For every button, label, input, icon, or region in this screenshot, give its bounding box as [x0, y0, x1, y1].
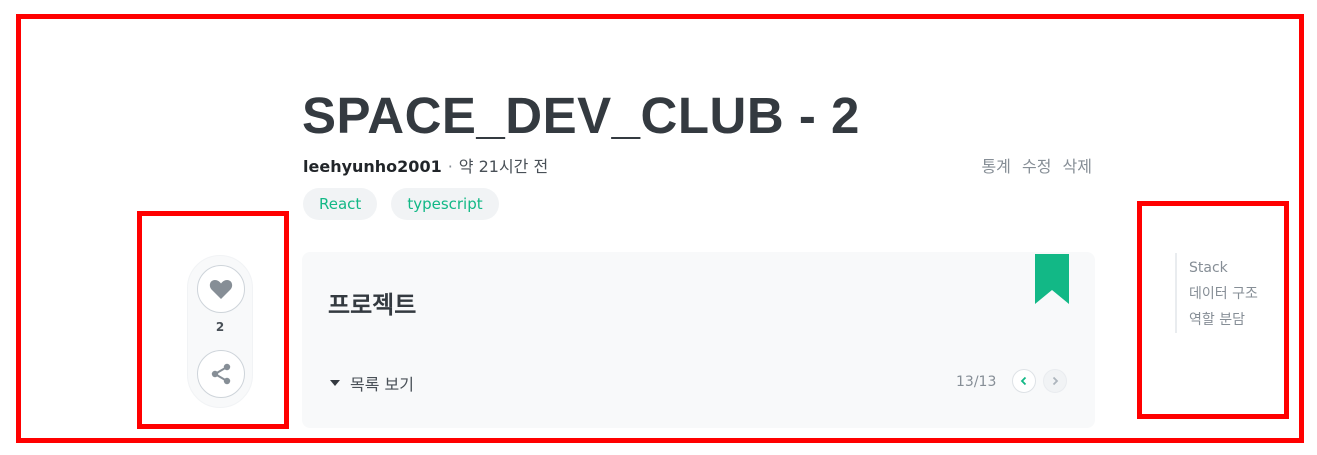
chevron-left-icon — [1020, 376, 1027, 386]
series-box: 프로젝트 목록 보기 13/13 — [302, 252, 1095, 428]
meta-separator: · — [447, 157, 453, 176]
post-time: 약 21시간 전 — [458, 157, 549, 176]
caret-down-icon — [330, 380, 340, 386]
toc-toggle-button[interactable]: 목록 보기 — [330, 371, 414, 395]
author-link[interactable]: leehyunho2001 — [303, 157, 442, 176]
stats-button[interactable]: 통계 — [981, 157, 1010, 176]
edit-button[interactable]: 수정 — [1022, 157, 1051, 176]
series-prev-button[interactable] — [1012, 369, 1036, 393]
like-button[interactable] — [197, 265, 245, 313]
share-button[interactable] — [197, 350, 245, 398]
bookmark-icon — [1035, 254, 1069, 304]
post-title: SPACE_DEV_CLUB - 2 — [302, 87, 860, 145]
share-icon — [211, 363, 231, 385]
heart-icon — [209, 280, 233, 299]
series-title[interactable]: 프로젝트 — [328, 285, 416, 320]
tag-typescript[interactable]: typescript — [391, 188, 499, 220]
tag-react[interactable]: React — [303, 188, 378, 220]
series-page-count: 13/13 — [956, 374, 997, 390]
post-actions: 통계 수정 삭제 — [975, 153, 1092, 177]
like-share-panel: 2 — [187, 255, 253, 408]
like-count: 2 — [215, 320, 225, 334]
post-meta: leehyunho2001 · 약 21시간 전 — [303, 153, 548, 177]
table-of-contents: Stack 데이터 구조 역할 분담 — [1175, 253, 1258, 333]
toc-item-stack[interactable]: Stack — [1189, 255, 1258, 281]
toc-item-role-division[interactable]: 역할 분담 — [1189, 307, 1258, 333]
series-next-button[interactable] — [1043, 369, 1067, 393]
chevron-right-icon — [1052, 376, 1059, 386]
tag-list: React typescript — [303, 188, 499, 220]
toc-toggle-label: 목록 보기 — [350, 375, 414, 394]
delete-button[interactable]: 삭제 — [1063, 157, 1092, 176]
toc-item-data-structure[interactable]: 데이터 구조 — [1189, 281, 1258, 307]
